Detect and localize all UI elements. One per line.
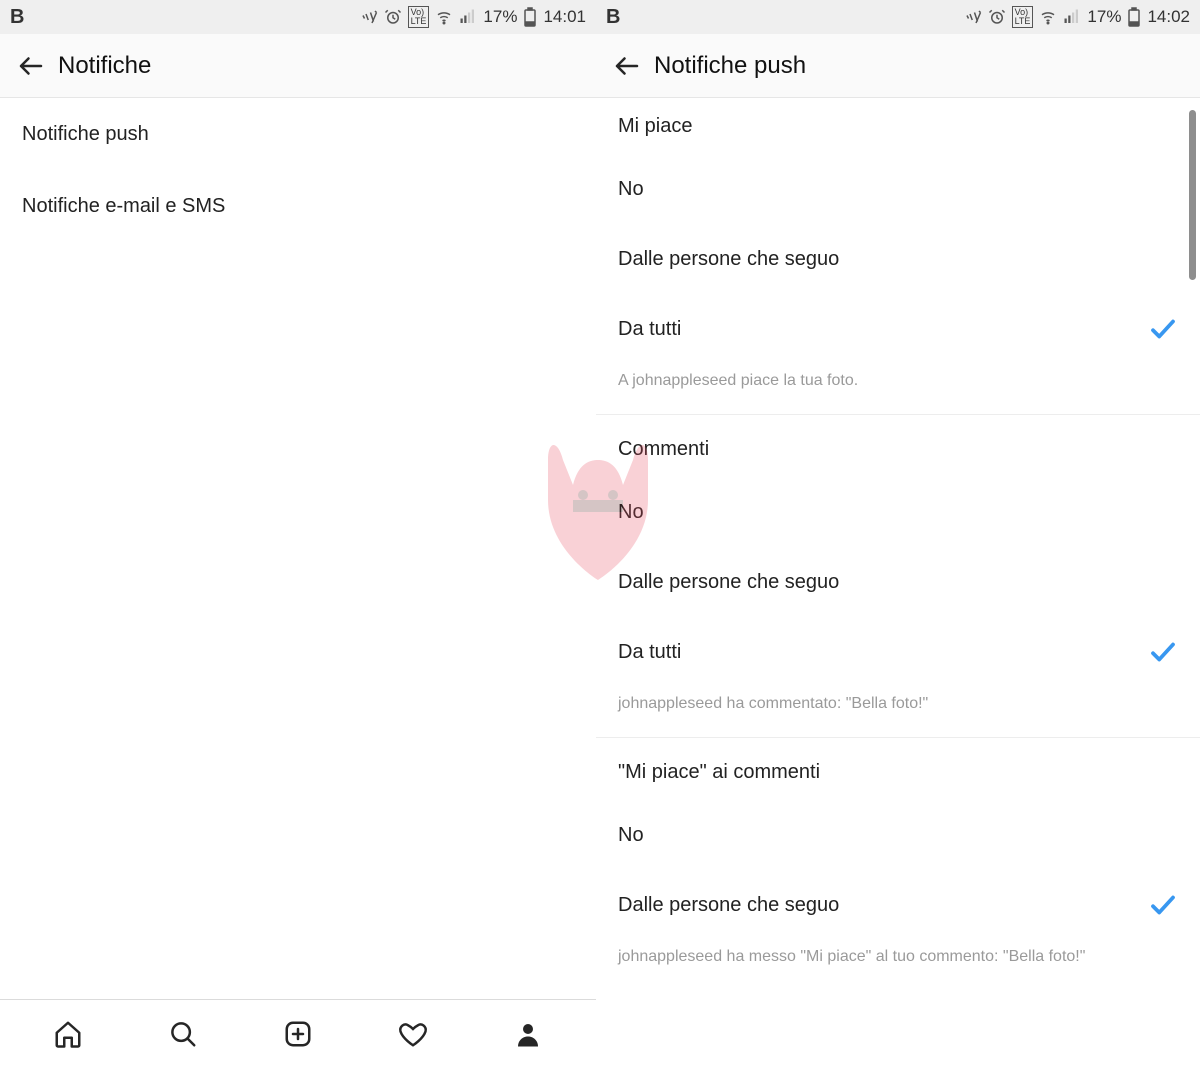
tab-home[interactable] <box>48 1014 88 1054</box>
section-title: "Mi piace" ai commenti <box>618 761 820 784</box>
status-bar: B Vo)LTE 17% 14:01 <box>0 0 596 34</box>
arrow-left-icon <box>16 51 46 81</box>
page-title: Notifiche push <box>654 52 806 80</box>
person-icon <box>513 1019 543 1049</box>
heart-icon <box>398 1019 428 1049</box>
plus-square-icon <box>283 1019 313 1049</box>
option-label: Da tutti <box>618 318 681 341</box>
status-bar: B Vo)LTE 17% 14:02 <box>596 0 1200 34</box>
option-comments-no[interactable]: No <box>596 477 1200 547</box>
screen-left: B Vo)LTE 17% 14:01 Notifiche Notifiche p… <box>0 0 596 1067</box>
option-likes-no[interactable]: No <box>596 154 1200 224</box>
option-comments-following[interactable]: Dalle persone che seguo <box>596 547 1200 617</box>
battery-text: 17% <box>1087 7 1121 27</box>
status-right: Vo)LTE 17% 14:01 <box>360 6 586 28</box>
screen-right: B Vo)LTE 17% 14:02 Notifiche push Mi pia… <box>596 0 1200 1067</box>
tab-activity[interactable] <box>393 1014 433 1054</box>
checkmark-icon <box>1148 637 1178 667</box>
divider <box>596 414 1200 415</box>
option-comment-likes-no[interactable]: No <box>596 800 1200 870</box>
option-comment-likes-following[interactable]: Dalle persone che seguo <box>596 870 1200 940</box>
vibrate-icon <box>964 8 982 26</box>
option-label: No <box>618 824 644 847</box>
battery-text: 17% <box>483 7 517 27</box>
option-label: Da tutti <box>618 641 681 664</box>
scroll-indicator[interactable] <box>1189 110 1196 280</box>
option-likes-everyone[interactable]: Da tutti <box>596 294 1200 364</box>
option-label: Dalle persone che seguo <box>618 571 839 594</box>
status-label: B <box>10 6 24 29</box>
alarm-icon <box>384 8 402 26</box>
alarm-icon <box>988 8 1006 26</box>
volte-icon: Vo)LTE <box>408 6 430 28</box>
tab-profile[interactable] <box>508 1014 548 1054</box>
option-comments-everyone[interactable]: Da tutti <box>596 617 1200 687</box>
signal-icon <box>459 8 477 26</box>
signal-icon <box>1063 8 1081 26</box>
example-text: johnappleseed ha messo "Mi piace" al tuo… <box>596 940 1200 972</box>
battery-icon <box>523 7 537 27</box>
option-likes-following[interactable]: Dalle persone che seguo <box>596 224 1200 294</box>
battery-icon <box>1127 7 1141 27</box>
checkmark-icon <box>1148 890 1178 920</box>
section-header-comments: Commenti <box>596 421 1200 477</box>
section-header-likes: Mi piace <box>596 98 1200 154</box>
tab-add[interactable] <box>278 1014 318 1054</box>
header: Notifiche push <box>596 34 1200 98</box>
bottom-nav <box>0 999 596 1067</box>
item-email-sms-notifications[interactable]: Notifiche e-mail e SMS <box>0 170 596 242</box>
item-label: Notifiche e-mail e SMS <box>22 195 225 218</box>
option-label: Dalle persone che seguo <box>618 248 839 271</box>
status-time: 14:01 <box>543 7 586 27</box>
tab-search[interactable] <box>163 1014 203 1054</box>
volte-icon: Vo)LTE <box>1012 6 1034 28</box>
example-text: A johnappleseed piace la tua foto. <box>596 364 1200 410</box>
back-button[interactable] <box>606 51 654 81</box>
wifi-icon <box>435 8 453 26</box>
status-label: B <box>606 6 620 29</box>
page-title: Notifiche <box>58 52 151 80</box>
home-icon <box>53 1019 83 1049</box>
item-label: Notifiche push <box>22 123 149 146</box>
example-text: johnappleseed ha commentato: "Bella foto… <box>596 687 1200 733</box>
search-icon <box>168 1019 198 1049</box>
option-label: No <box>618 178 644 201</box>
section-title: Commenti <box>618 438 709 461</box>
section-header-comment-likes: "Mi piace" ai commenti <box>596 744 1200 800</box>
checkmark-icon <box>1148 314 1178 344</box>
wifi-icon <box>1039 8 1057 26</box>
vibrate-icon <box>360 8 378 26</box>
arrow-left-icon <box>612 51 642 81</box>
divider <box>596 737 1200 738</box>
item-push-notifications[interactable]: Notifiche push <box>0 98 596 170</box>
header: Notifiche <box>0 34 596 98</box>
settings-list: Notifiche push Notifiche e-mail e SMS <box>0 98 596 242</box>
option-label: Dalle persone che seguo <box>618 894 839 917</box>
option-label: No <box>618 501 644 524</box>
status-right: Vo)LTE 17% 14:02 <box>964 6 1190 28</box>
settings-content: Mi piace No Dalle persone che seguo Da t… <box>596 98 1200 972</box>
back-button[interactable] <box>10 51 58 81</box>
status-time: 14:02 <box>1147 7 1190 27</box>
section-title: Mi piace <box>618 115 692 138</box>
